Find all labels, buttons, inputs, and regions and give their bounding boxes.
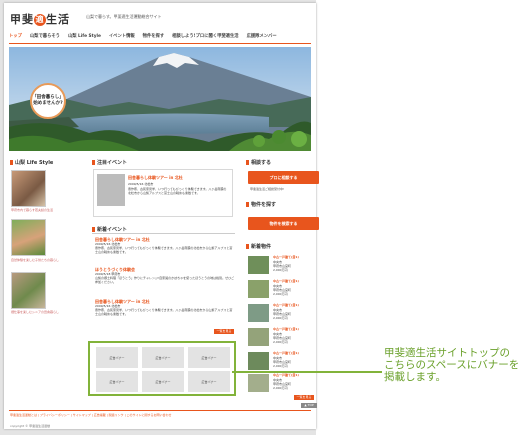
hero-badge-line2: 始めませんか? [33,101,63,106]
events-more-button[interactable]: 一覧を見る [214,329,234,334]
property-details: 中央市 甲府市山宮町 2,000万円 [273,356,292,369]
featured-event-title[interactable]: 田舎暮らし体験ツアー in 北杜 [128,175,183,181]
property-details: 中央市 甲府市山宮町 2,000万円 [273,284,292,297]
featured-event-text: 豊作祭、古民家見学、いつ行ってもびっくり体験できます。八ヶ岳南麓の北杜市から山梨… [128,187,227,196]
property-item[interactable]: 中古一戸建て(貸1) 中央市 甲府市山宮町 2,000万円 [248,303,318,325]
property-search-label: 物件を検索する [269,220,298,226]
hero-badge: 「田舎暮らし」 始めませんか? [30,83,66,119]
properties-more-button[interactable]: 一覧を見る [294,395,314,400]
lifestyle-heading: 山梨 Life Style [10,159,53,166]
event-text: 豊作祭、古民家見学、いつ行ってもびっくり体験できます。八ヶ岳南麓の北杜市から山梨… [95,246,233,255]
new-properties-heading: 新着物件 [246,243,271,250]
consult-heading: 相談する [246,159,271,166]
callout-connector [232,371,382,373]
property-search-button[interactable]: 物件を検索する [248,217,319,230]
property-details: 中央市 甲府市山宮町 2,000万円 [273,332,292,345]
consult-sub: 甲斐適生活ご相談受付中! [250,187,285,191]
property-title[interactable]: 中古一戸建て(貸1) [273,279,299,283]
callout-line-2: こちらのスペースにバナーを [384,359,520,371]
featured-event-meta: 2009/5/16 北杜市 [128,182,154,186]
property-title[interactable]: 中古一戸建て(貸1) [273,351,299,355]
consult-button[interactable]: プロに相談する [248,171,319,184]
copyright: copyright © 甲斐適生活運動 [10,424,51,428]
property-item[interactable]: 中古一戸建て(貸1) 中央市 甲府市山宮町 2,000万円 [248,255,318,277]
property-details: 中央市 甲府市山宮町 2,000万円 [273,308,292,321]
property-image [248,328,269,346]
footer-links[interactable]: 甲斐適生活運動とは | プライバシーポリシー | サイトマップ | 広告掲載 |… [10,413,172,417]
lifestyle-photo-1[interactable] [11,170,46,207]
ad-banner[interactable]: 広告バナー [142,371,184,392]
site-logo[interactable]: 甲斐適生活 [10,11,70,27]
property-image [248,304,269,322]
ad-banner[interactable]: 広告バナー [188,347,230,368]
property-title[interactable]: 中古一戸建て(貸1) [273,255,299,259]
nav-item-members[interactable]: 広援隊メンバー [247,33,277,43]
lifestyle-caption-2[interactable]: 自然体験を楽しむ子供たちの暮らし [11,258,71,263]
search-heading: 物件を探す [246,201,276,208]
property-details: 中央市 甲府市山宮町 2,000万円 [273,378,292,391]
property-title[interactable]: 中古一戸建て(貸1) [273,327,299,331]
logo-dot: 適 [34,14,46,26]
nav-item-living[interactable]: 山梨で暮らそう [30,33,60,43]
consult-button-label: プロに相談する [269,174,298,180]
event-item: ほうとうづくり体験会 2009/5/18 甲府市 山梨の郷土料理「ほうとう」作り… [95,267,235,285]
property-image [248,280,269,298]
lifestyle-photo-2[interactable] [11,219,46,256]
featured-heading: 注目イベント [92,159,127,166]
ad-banner[interactable]: 広告バナー [96,347,138,368]
property-item[interactable]: 中古一戸建て(貸1) 中央市 甲府市山宮町 2,000万円 [248,279,318,301]
nav-underline [9,43,311,44]
lifestyle-caption-1[interactable]: 甲府市内で暮らす若夫婦の生活 [11,208,71,213]
event-text: 山梨の郷土料理「ほうとう」作りにチャレンジ!自家製のかぼちゃを使ったほうとうの味… [95,276,235,285]
hero-image: 「田舎暮らし」 始めませんか? [9,47,311,151]
new-events-heading: 新着イベント [92,226,127,233]
callout-line-3: 掲載します。 [384,371,446,383]
nav-item-top[interactable]: トップ [9,33,22,43]
ad-banner[interactable]: 広告バナー [96,371,138,392]
property-title[interactable]: 中古一戸建て(貸1) [273,303,299,307]
nav-item-lifestyle[interactable]: 山梨 Life Style [68,33,101,43]
ad-banner[interactable]: 広告バナー [188,371,230,392]
ad-banner[interactable]: 広告バナー [142,347,184,368]
event-item: 田舎暮らし体験ツアー in 北杜 2009/5/16 北杜市 豊作祭、古民家見学… [95,237,235,255]
event-item: 田舎暮らし体験ツアー in 北杜 2009/5/16 北杜市 豊作祭、古民家見学… [95,299,235,317]
featured-event-card[interactable]: 田舎暮らし体験ツアー in 北杜 2009/5/16 北杜市 豊作祭、古民家見学… [93,169,233,217]
nav-item-events[interactable]: イベント情報 [109,33,135,43]
property-image [248,256,269,274]
callout-annotation: 甲斐適生活サイトトップの こちらのスペースにバナーを 掲載します。 [384,347,532,383]
global-nav: トップ 山梨で暮らそう 山梨 Life Style イベント情報 物件を探す 相… [9,33,311,43]
footer-divider [9,410,311,411]
event-text: 豊作祭、古民家見学、いつ行ってもびっくり体験できます。八ヶ岳南麓の北杜市から山梨… [95,308,233,317]
banner-area: 広告バナー 広告バナー 広告バナー 広告バナー 広告バナー 広告バナー [88,341,236,396]
nav-item-consult[interactable]: 相談しよう!プロに聞く甲斐適生活 [172,33,238,43]
callout-line-1: 甲斐適生活サイトトップの [384,347,510,359]
lifestyle-photo-3[interactable] [11,272,46,309]
divider [92,233,235,234]
site-tagline: 山梨で暮らす。甲斐適生活運動総合サイト [86,14,162,19]
back-to-top-button[interactable]: ▲ TOP [301,403,317,408]
nav-item-property[interactable]: 物件を探す [143,33,164,43]
featured-event-image [97,174,125,206]
lifestyle-caption-3[interactable]: 畑仕事を楽しむシニアの田舎暮らし [11,310,71,315]
property-item[interactable]: 中古一戸建て(貸1) 中央市 甲府市山宮町 2,000万円 [248,327,318,349]
property-details: 中央市 甲府市山宮町 2,000万円 [273,260,292,273]
website-mockup: 甲斐適生活 山梨で暮らす。甲斐適生活運動総合サイト トップ 山梨で暮らそう 山梨… [4,3,319,429]
